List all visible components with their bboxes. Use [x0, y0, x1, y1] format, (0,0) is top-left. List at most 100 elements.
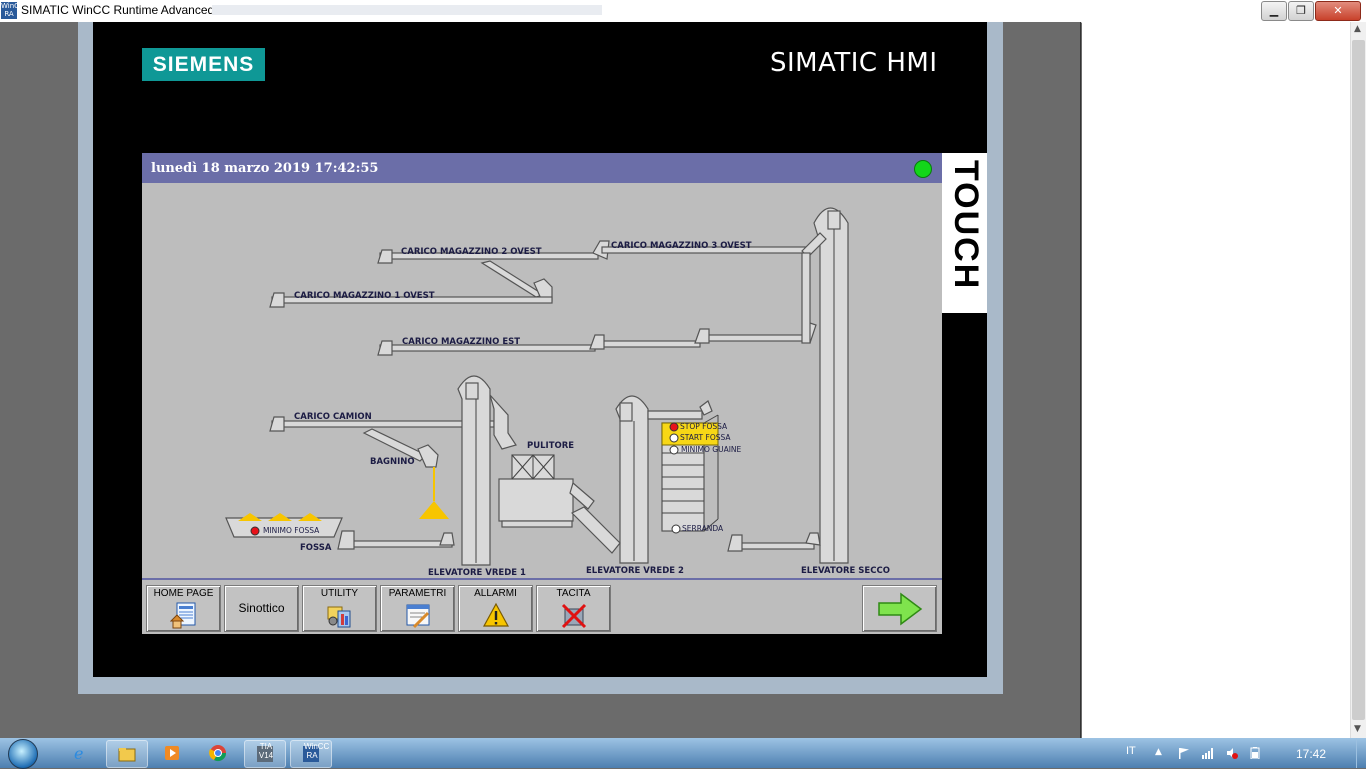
elevatore-secco-head: [827, 210, 841, 230]
fossa-transfer: [337, 530, 355, 550]
show-desktop-button[interactable]: [1356, 738, 1366, 768]
window-titlebar[interactable]: WinCC RA SIMATIC WinCC Runtime Advanced …: [0, 0, 1366, 23]
network-signal-icon[interactable]: [1201, 747, 1213, 759]
screen-header: lunedì 18 marzo 2019 17:42:55: [142, 153, 942, 183]
conveyor-fossa: [341, 540, 453, 548]
language-indicator[interactable]: IT: [1126, 745, 1136, 757]
start-fossa-lamp: [669, 433, 679, 443]
vertical-scrollbar[interactable]: ▲ ▼: [1350, 22, 1366, 738]
elevatore-secco: [813, 207, 849, 564]
conveyor-silo-secco: [731, 542, 815, 550]
head-mag-est: [377, 340, 393, 356]
wincc-app-icon: WinCC RA: [1, 2, 24, 19]
pulitore-return: [501, 520, 573, 528]
conveyor-mag-est-b: [594, 340, 701, 348]
next-arrow-icon: [878, 592, 923, 626]
vrede2-top-conveyor: [647, 410, 703, 420]
tacita-button[interactable]: TACITA: [536, 585, 611, 632]
touch-label: TOUCH: [947, 160, 985, 291]
maximize-button[interactable]: ❐: [1288, 1, 1314, 21]
label-carico-mag-est: CARICO MAGAZZINO EST: [402, 337, 521, 347]
label-bagnino: BAGNINO: [370, 457, 415, 467]
label-pulitore: PULITORE: [527, 441, 575, 451]
fossa-to-vrede1: [439, 532, 455, 546]
label-minimo-fossa: MINIMO FOSSA: [263, 526, 320, 535]
bagnino-head: [417, 444, 439, 468]
chrome-icon: [209, 745, 227, 762]
stop-fossa-lamp: [669, 422, 679, 432]
taskbar-explorer[interactable]: [106, 740, 148, 768]
bagnino-funnel: [419, 501, 449, 519]
taskbar-chrome[interactable]: [198, 740, 238, 766]
parametri-button[interactable]: PARAMETRI: [380, 585, 455, 632]
plant-synoptic: CARICO MAGAZZINO 2 OVEST CARICO MAGAZZIN…: [142, 183, 942, 578]
head-mag2-ovest: [377, 249, 393, 264]
transfer-est-1: [589, 334, 605, 350]
home-page-icon: [170, 602, 196, 629]
head-mag1-ovest: [269, 292, 285, 308]
taskbar-media-player[interactable]: [152, 740, 192, 766]
plant-diagram: [225, 207, 849, 566]
label-carico-mag2-ovest: CARICO MAGAZZINO 2 OVEST: [401, 247, 542, 257]
label-elevatore-secco: ELEVATORE SECCO: [801, 566, 890, 576]
pulitore-to-vrede2: [570, 506, 621, 554]
label-carico-mag1-ovest: CARICO MAGAZZINO 1 OVEST: [294, 291, 435, 301]
taskbar-wincc[interactable]: WinCC RA: [290, 740, 332, 768]
taskbar-tia-portal[interactable]: TIA V14: [244, 740, 286, 768]
title-ghost-text: [212, 5, 602, 15]
conveyor-mag-est-c: [699, 334, 806, 342]
close-button[interactable]: ✕: [1315, 1, 1361, 21]
elevatore-vrede2-head: [619, 402, 633, 422]
next-page-button[interactable]: [862, 585, 937, 632]
secco-inlet: [805, 532, 821, 546]
action-center-flag-icon[interactable]: [1178, 747, 1190, 759]
serranda-lamp: [671, 524, 681, 534]
simatic-hmi-title: SIMATIC HMI: [770, 48, 938, 78]
chute-mag2: [480, 260, 546, 298]
vrede1-outlet: [489, 394, 517, 450]
tray-expand-icon[interactable]: ▲: [1155, 747, 1167, 759]
taskbar-clock[interactable]: 17:42: [1296, 747, 1326, 761]
file-explorer-icon: [118, 748, 136, 762]
label-carico-mag3-ovest: CARICO MAGAZZINO 3 OVEST: [611, 241, 752, 251]
hmi-toolbar: HOME PAGE Sinottico UTILITY PARAMETRI AL…: [142, 578, 942, 634]
minimize-button[interactable]: ▁: [1261, 1, 1287, 21]
label-start-fossa: START FOSSA: [680, 433, 731, 442]
svg-text:e: e: [74, 744, 83, 762]
media-player-icon: [165, 746, 179, 760]
minimo-fossa-lamp: [250, 526, 260, 536]
alarm-warning-icon: [482, 602, 510, 627]
allarmi-button[interactable]: ALLARMI: [458, 585, 533, 632]
sinottico-button[interactable]: Sinottico: [224, 585, 299, 632]
label-carico-camion: CARICO CAMION: [294, 412, 372, 422]
label-stop-fossa: STOP FOSSA: [680, 422, 728, 431]
label-serranda: SERRANDA: [682, 524, 724, 533]
secco-down-pipe: [801, 252, 811, 344]
utility-icon: [327, 606, 351, 628]
label-elevatore-vrede1: ELEVATORE VREDE 1: [428, 568, 526, 578]
head-carico-camion: [269, 416, 285, 432]
home-page-button[interactable]: HOME PAGE: [146, 585, 221, 632]
taskbar-ie[interactable]: e: [60, 740, 100, 766]
label-fossa: FOSSA: [300, 543, 332, 553]
status-led: [914, 160, 932, 178]
minimo-guaine-lamp: [669, 445, 679, 455]
elevatore-vrede1: [457, 375, 491, 566]
start-button[interactable]: [8, 739, 38, 769]
scroll-up-icon[interactable]: ▲: [1354, 24, 1361, 34]
scroll-down-icon[interactable]: ▼: [1354, 724, 1361, 734]
elevatore-vrede1-head: [465, 382, 479, 400]
scrollbar-thumb[interactable]: [1352, 40, 1365, 720]
volume-muted-icon[interactable]: [1226, 747, 1238, 759]
silo-outlet: [727, 534, 743, 552]
battery-icon[interactable]: [1249, 747, 1261, 759]
label-elevatore-vrede2: ELEVATORE VREDE 2: [586, 566, 684, 576]
window-title: SIMATIC WinCC Runtime Advanced: [21, 3, 215, 17]
utility-button[interactable]: UTILITY: [302, 585, 377, 632]
internet-explorer-icon: e: [74, 744, 83, 762]
transfer-est-2: [694, 328, 710, 344]
side-panel: [1082, 22, 1350, 738]
label-minimo-guaine: MINIMO GUAINE: [681, 445, 742, 454]
datetime-display: lunedì 18 marzo 2019 17:42:55: [151, 161, 379, 176]
parameters-icon: [406, 604, 430, 629]
